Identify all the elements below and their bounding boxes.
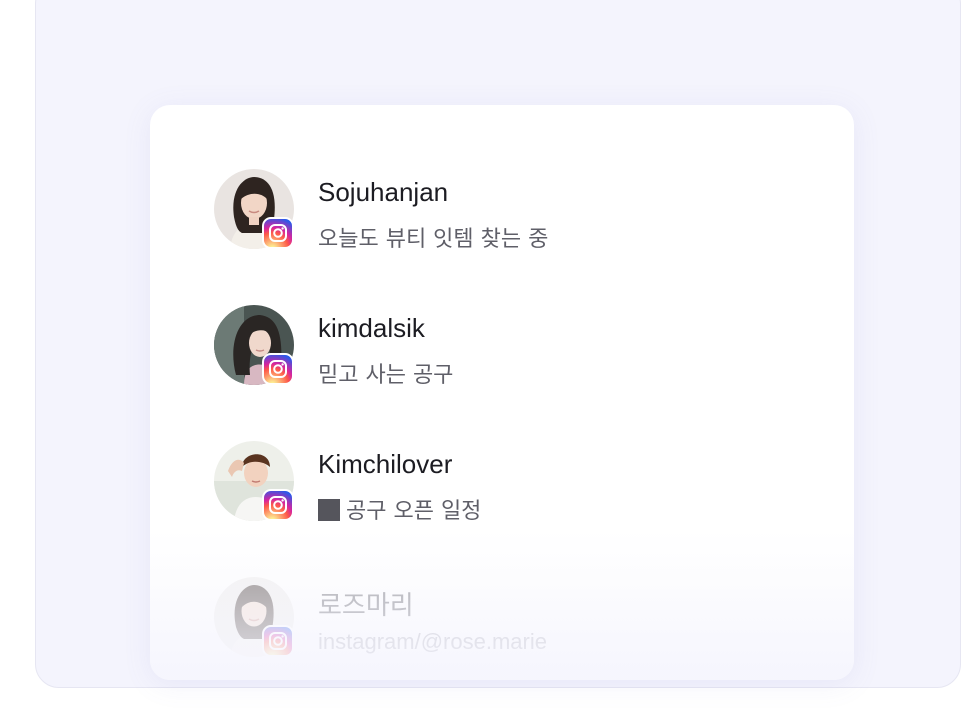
instagram-icon (262, 489, 294, 521)
profile-row-rosemarie[interactable]: 로즈마리 instagram/@rose.marie (214, 577, 774, 659)
profile-description: 오늘도 뷰티 잇템 찾는 중 (318, 227, 549, 252)
profile-row-kimdalsik[interactable]: kimdalsik 믿고 사는 공구 (214, 305, 774, 388)
profile-name: kimdalsik (318, 313, 425, 343)
instagram-icon (262, 353, 294, 385)
profile-name: Kimchilover (318, 449, 453, 479)
instagram-icon (262, 217, 294, 249)
profile-description: 공구 오픈 일정 (318, 493, 481, 525)
profile-description: instagram/@rose.marie (318, 629, 547, 654)
profile-row-sojuhanjan[interactable]: Sojuhanjan 오늘도 뷰티 잇템 찾는 중 (214, 169, 774, 252)
square-icon (318, 499, 340, 521)
profile-list-card: Sojuhanjan 오늘도 뷰티 잇템 찾는 중 kimdalsik 믿고 사 (150, 105, 854, 680)
profile-description: 믿고 사는 공구 (318, 363, 454, 388)
profile-name: Sojuhanjan (318, 177, 449, 207)
profile-name: 로즈마리 (318, 590, 414, 620)
instagram-icon (262, 625, 294, 657)
profile-description-text: 공구 오픈 일정 (346, 499, 482, 524)
profile-row-kimchilover[interactable]: Kimchilover 공구 오픈 일정 (214, 441, 774, 525)
